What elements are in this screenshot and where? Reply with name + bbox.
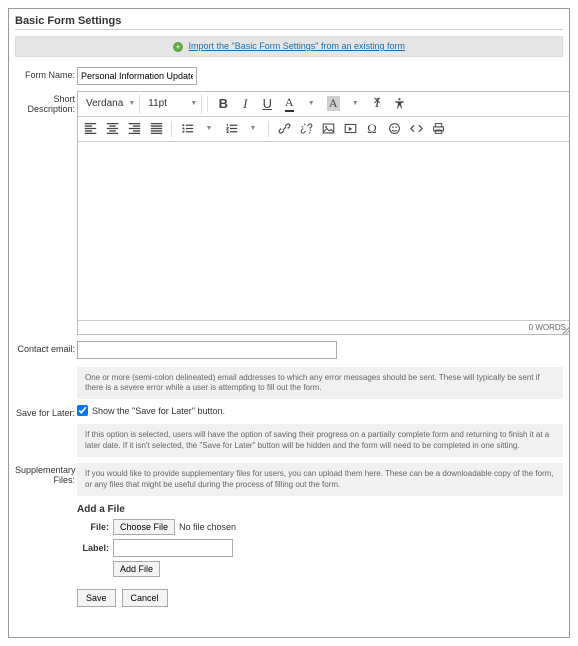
clear-formatting-button[interactable]: I✕ xyxy=(367,94,387,114)
editor-textarea[interactable] xyxy=(78,142,570,320)
file-label-input[interactable] xyxy=(113,539,233,557)
media-button[interactable] xyxy=(340,119,360,139)
source-code-button[interactable] xyxy=(406,119,426,139)
import-link[interactable]: Import the "Basic Form Settings" from an… xyxy=(189,41,405,51)
image-button[interactable] xyxy=(318,119,338,139)
save-for-later-checkbox-label: Show the "Save for Later" button. xyxy=(92,406,225,416)
accessibility-button[interactable] xyxy=(389,94,409,114)
add-file-heading: Add a File xyxy=(77,504,563,515)
align-right-button[interactable] xyxy=(124,119,144,139)
italic-button[interactable]: I xyxy=(235,94,255,114)
contact-email-input[interactable] xyxy=(77,341,337,359)
link-button[interactable] xyxy=(274,119,294,139)
bullet-list-button[interactable] xyxy=(177,119,197,139)
background-color-button[interactable]: A xyxy=(323,94,343,114)
accessibility-icon xyxy=(393,97,406,110)
emoji-button[interactable] xyxy=(384,119,404,139)
resize-handle[interactable] xyxy=(562,326,570,334)
choose-file-button[interactable]: Choose File xyxy=(113,519,175,535)
add-file-button[interactable]: Add File xyxy=(113,561,160,577)
bold-button[interactable]: B xyxy=(213,94,233,114)
file-label-label: Label: xyxy=(77,543,109,553)
save-button[interactable]: Save xyxy=(77,589,116,607)
align-justify-button[interactable] xyxy=(146,119,166,139)
text-color-dropdown[interactable]: ▼ xyxy=(301,94,321,114)
separator xyxy=(268,121,269,137)
text-color-button[interactable]: A xyxy=(279,94,299,114)
editor-toolbar-2: ▼ ▼ Ω xyxy=(78,117,570,142)
file-label: File: xyxy=(77,522,109,532)
save-for-later-label: Save for Later: xyxy=(15,405,77,418)
contact-email-label: Contact email: xyxy=(15,341,77,354)
chevron-down-icon: ▼ xyxy=(128,100,135,107)
font-size-select[interactable]: 11pt ▼ xyxy=(142,94,202,114)
numbered-list-button[interactable] xyxy=(221,119,241,139)
editor-footer: 0 WORDS xyxy=(78,320,570,334)
supplementary-files-label: Supplementary Files: xyxy=(15,463,77,486)
form-name-input[interactable] xyxy=(77,67,197,85)
font-family-select[interactable]: Verdana ▼ xyxy=(80,94,140,114)
align-left-button[interactable] xyxy=(80,119,100,139)
editor-toolbar-1: Verdana ▼ 11pt ▼ B I U A ▼ A ▼ I✕ xyxy=(78,92,570,117)
numbered-list-dropdown[interactable]: ▼ xyxy=(243,119,263,139)
unlink-button[interactable] xyxy=(296,119,316,139)
special-char-button[interactable]: Ω xyxy=(362,119,382,139)
separator xyxy=(207,96,208,112)
chevron-down-icon: ▼ xyxy=(190,100,197,107)
supplementary-files-help: If you would like to provide supplementa… xyxy=(77,463,563,496)
page-title: Basic Form Settings xyxy=(15,13,563,30)
contact-email-help: One or more (semi-colon delineated) emai… xyxy=(77,367,563,400)
print-button[interactable] xyxy=(428,119,448,139)
underline-button[interactable]: U xyxy=(257,94,277,114)
short-description-label: Short Description: xyxy=(15,91,77,114)
form-name-label: Form Name: xyxy=(15,67,77,80)
form-settings-panel: Basic Form Settings + Import the "Basic … xyxy=(8,8,570,638)
save-for-later-help: If this option is selected, users will h… xyxy=(77,424,563,457)
bullet-list-dropdown[interactable]: ▼ xyxy=(199,119,219,139)
no-file-chosen-text: No file chosen xyxy=(179,522,236,532)
word-count: 0 WORDS xyxy=(529,323,566,332)
import-bar: + Import the "Basic Form Settings" from … xyxy=(15,36,563,57)
plus-icon: + xyxy=(173,42,183,52)
cancel-button[interactable]: Cancel xyxy=(122,589,168,607)
bg-color-dropdown[interactable]: ▼ xyxy=(345,94,365,114)
align-center-button[interactable] xyxy=(102,119,122,139)
rich-text-editor: Verdana ▼ 11pt ▼ B I U A ▼ A ▼ I✕ xyxy=(77,91,570,335)
save-for-later-checkbox[interactable] xyxy=(77,405,88,416)
separator xyxy=(171,121,172,137)
